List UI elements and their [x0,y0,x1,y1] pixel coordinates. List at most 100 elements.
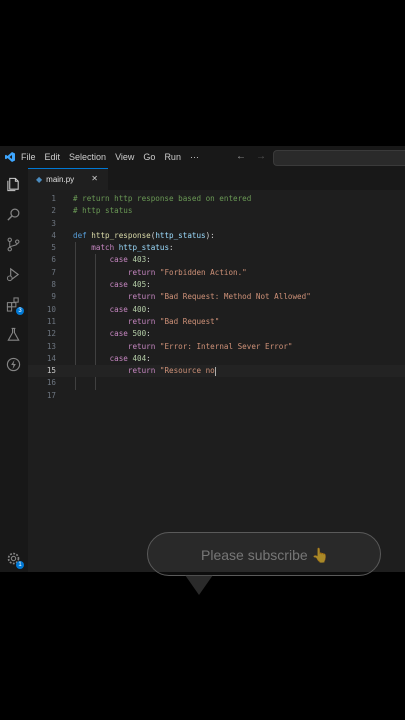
extensions-badge: 3 [16,307,24,315]
tab-bar: ◆ main.py ✕ [28,168,405,190]
code-number: 500 [132,329,147,339]
line-number: 6 [51,255,56,265]
code-line: 10 case 400: [28,304,405,316]
line-number: 10 [46,304,56,314]
search-icon[interactable] [5,206,22,223]
command-center-search[interactable] [273,150,405,166]
menu-file[interactable]: File [21,152,36,162]
line-number: 16 [46,378,56,388]
code-line: 11 return "Bad Request" [28,316,405,328]
line-number: 11 [46,316,56,326]
code-line: 16 [28,377,405,389]
line-number: 2 [51,206,56,216]
code-keyword: case [109,280,128,290]
code-keyword: case [109,329,128,339]
code-line: 4 def http_response(http_status): [28,230,405,242]
code-line: 2 # http status [28,205,405,217]
menu-run[interactable]: Run [164,152,181,162]
code-keyword: case [109,353,128,363]
line-number: 5 [51,243,56,253]
arrow-left-icon[interactable]: ← [236,151,246,162]
line-number: 1 [51,194,56,203]
tab-label: main.py [46,175,75,184]
code-number: 403 [132,255,147,265]
menu-more[interactable]: ··· [190,152,199,162]
code-comment: # http status [73,206,133,216]
code-variable: http_status [118,243,170,253]
code-keyword: return [127,341,156,351]
menu-edit[interactable]: Edit [45,152,61,162]
code-number: 400 [132,304,147,314]
code-keyword: case [109,304,128,314]
editor-area: ◆ main.py ✕ 1 # return http response base… [28,168,405,572]
code-keyword: match [91,243,115,253]
line-number: 15 [46,366,56,376]
code-line: 9 return "Bad Request: Method Not Allowe… [28,291,405,303]
subscribe-overlay: Please subscribe 👆 [147,532,381,576]
code-string: "Forbidden Action." [159,267,247,277]
settings-gear-icon[interactable]: 1 [5,550,24,569]
source-control-icon[interactable] [5,236,22,253]
menu-view[interactable]: View [115,152,134,162]
code-line: 7 return "Forbidden Action." [28,267,405,279]
code-punct: : [146,353,151,363]
run-debug-icon[interactable] [5,266,22,283]
activity-bar: 3 1 [0,168,28,572]
code-keyword: return [127,316,156,326]
code-punct: : [146,304,151,314]
menu-go[interactable]: Go [143,152,155,162]
title-bar: File Edit Selection View Go Run ··· ← → [0,146,405,168]
code-punct: : [169,243,174,253]
subscribe-text: Please subscribe 👆 [201,547,329,563]
remote-icon[interactable] [5,356,22,373]
line-number: 7 [51,267,56,277]
current-code-line: 15 return "Resource no [28,365,405,378]
line-number: 12 [46,329,56,339]
vscode-logo-icon [5,152,15,162]
code-keyword: return [127,267,156,277]
code-number: 405 [132,280,147,290]
explorer-icon[interactable] [5,176,22,193]
python-file-icon: ◆ [36,175,43,184]
code-line: 12 case 500: [28,328,405,340]
testing-icon[interactable] [5,326,22,343]
line-number: 17 [46,390,56,400]
code-keyword: case [109,255,128,265]
settings-badge: 1 [16,561,24,569]
code-punct: : [146,255,151,265]
line-number: 4 [51,230,56,240]
code-line: 1 # return http response based on entered [28,193,405,205]
tab-main-py[interactable]: ◆ main.py ✕ [28,168,108,190]
code-line: 8 case 405: [28,279,405,291]
code-function: http_response [91,230,151,240]
close-icon[interactable]: ✕ [91,174,98,183]
code-string: "Error: Internal Sever Error" [159,341,293,351]
code-punct: : [146,280,151,290]
code-line: 13 return "Error: Internal Sever Error" [28,341,405,353]
code-string: "Bad Request: Method Not Allowed" [159,292,311,302]
code-punct: : [146,329,151,339]
vscode-window: File Edit Selection View Go Run ··· ← → … [0,146,405,572]
code-line: 14 case 404: [28,353,405,365]
line-number: 3 [51,218,56,228]
code-line: 3 [28,218,405,230]
speech-bubble-tail [185,575,213,595]
code-keyword: return [127,292,156,302]
code-punct: ): [205,230,215,240]
line-number: 9 [51,292,56,302]
code-line: 17 [28,390,405,402]
arrow-right-icon[interactable]: → [256,151,266,162]
code-string: "Resource no [159,366,215,376]
code-keyword: def [73,230,87,240]
code-comment: # return http response based on entered [73,194,252,203]
menu-selection[interactable]: Selection [69,152,106,162]
text-cursor [214,366,216,376]
line-number: 8 [51,280,56,290]
line-number: 14 [46,353,56,363]
code-param: http_status [155,230,206,240]
line-number: 13 [46,341,56,351]
code-editor[interactable]: 1 # return http response based on entered… [28,193,405,402]
extensions-icon[interactable]: 3 [5,296,24,315]
code-number: 404 [132,353,147,363]
code-line: 5 match http_status: [28,242,405,254]
